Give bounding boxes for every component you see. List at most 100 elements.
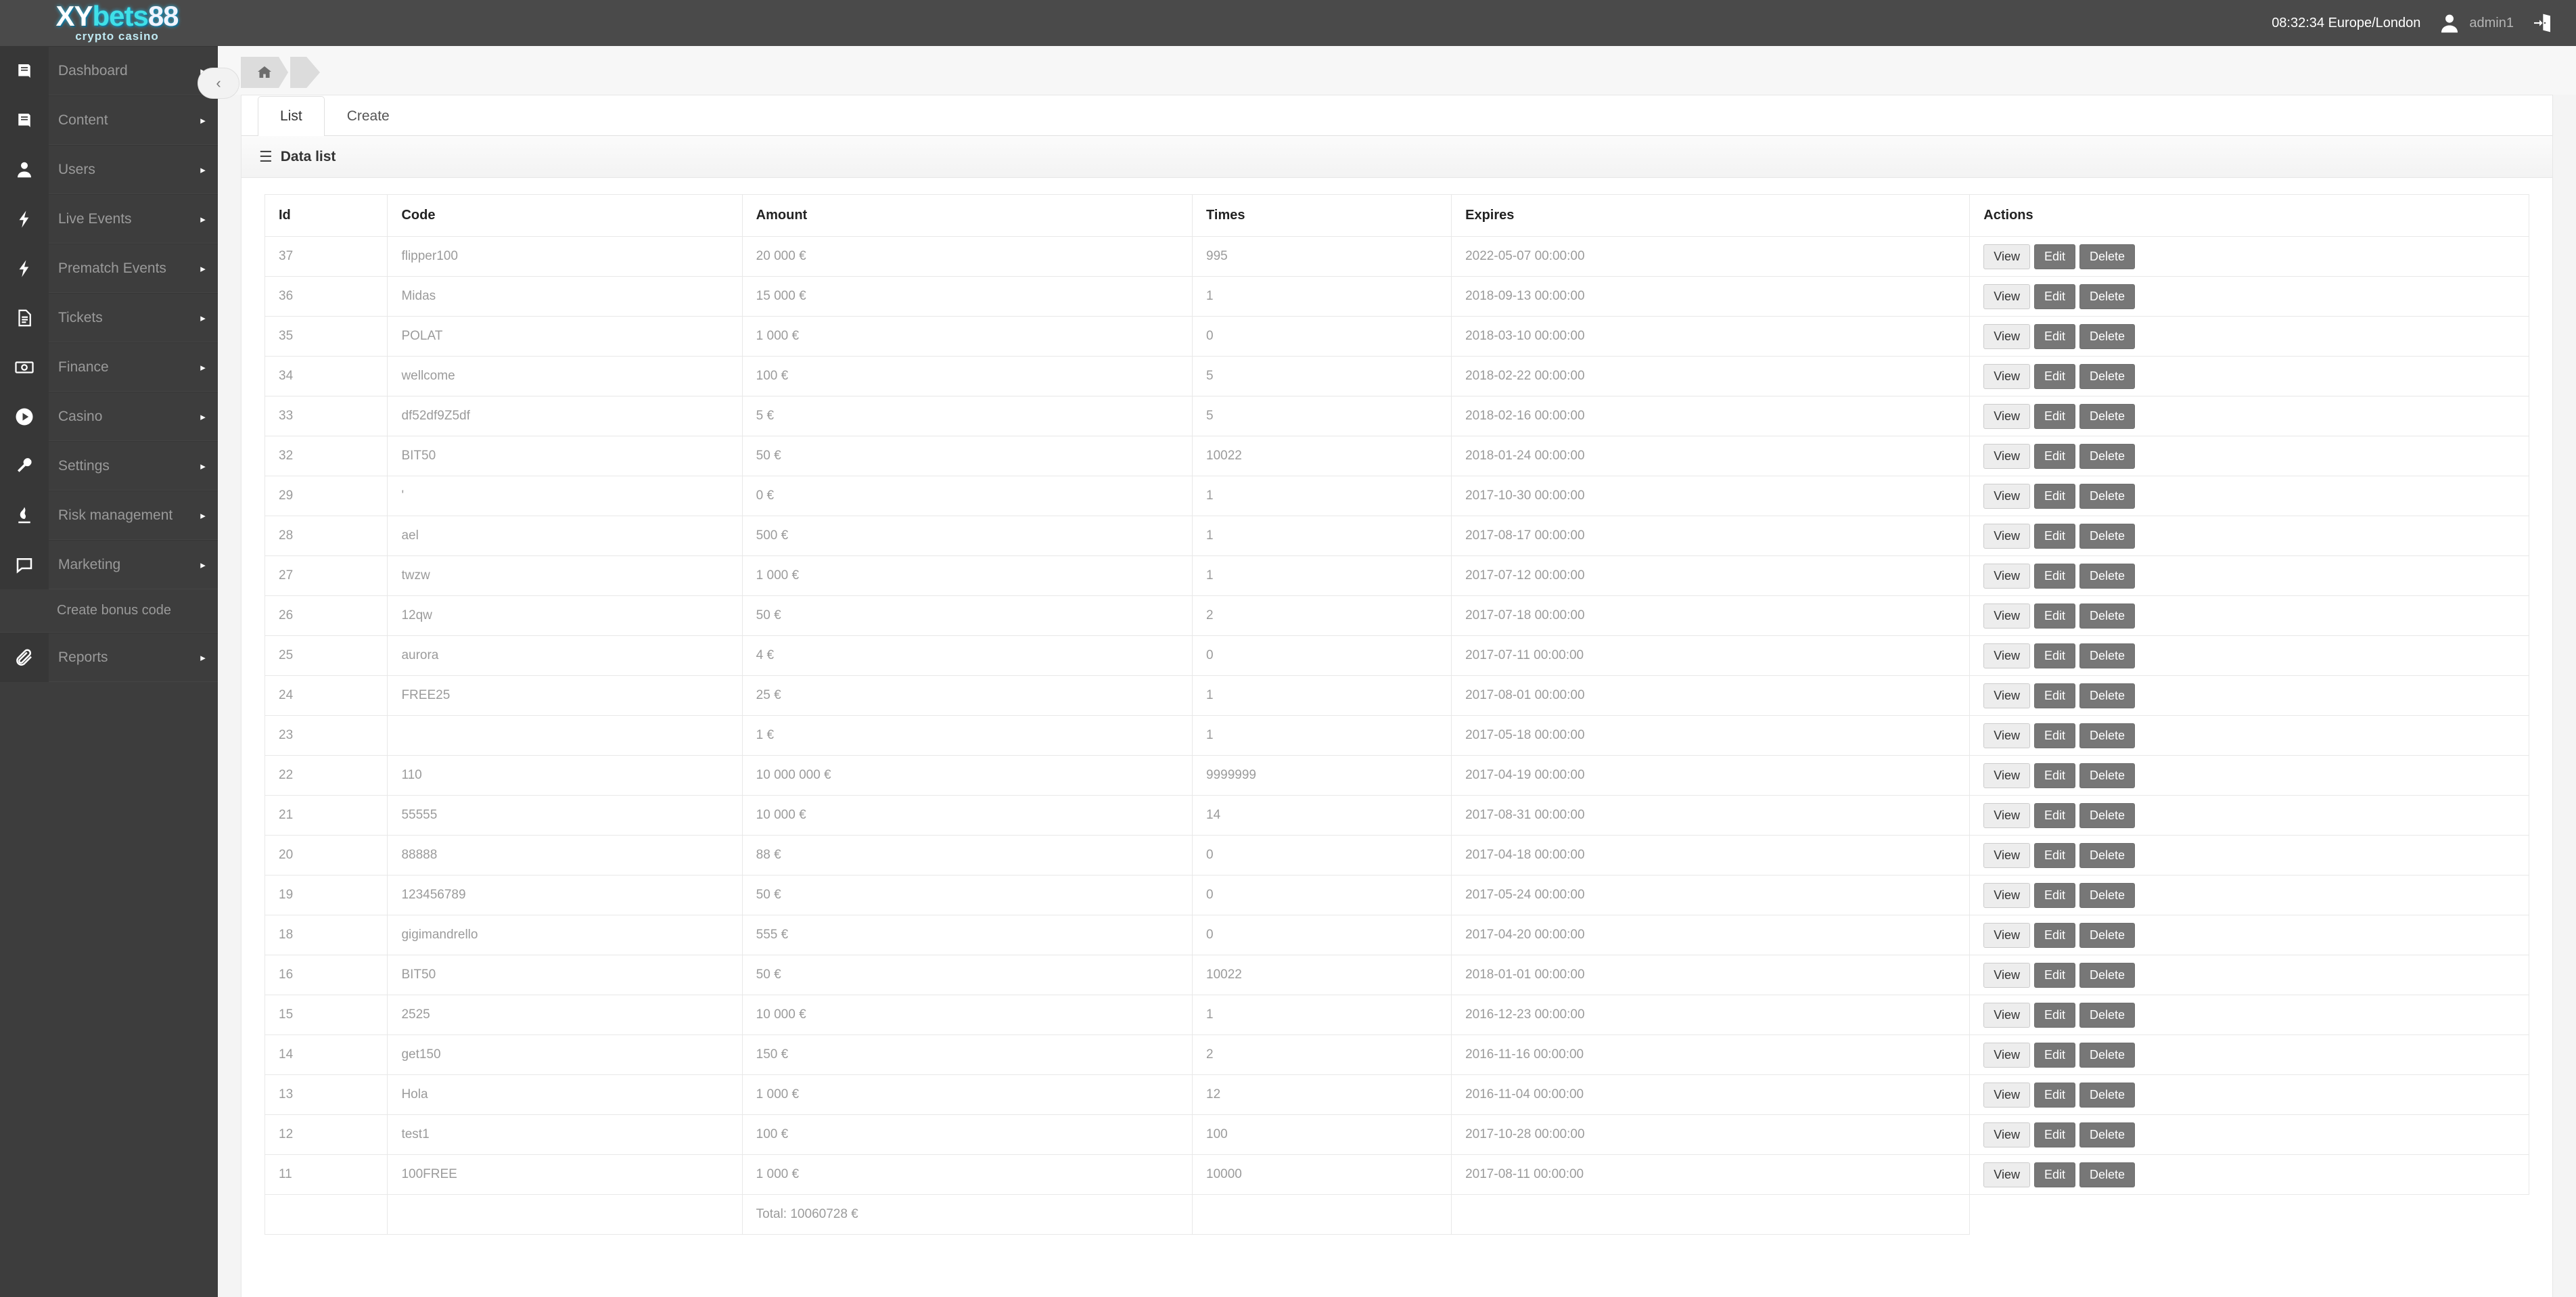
- delete-button[interactable]: Delete: [2079, 564, 2135, 589]
- view-button[interactable]: View: [1983, 1003, 2030, 1028]
- edit-button[interactable]: Edit: [2034, 524, 2075, 549]
- sidebar-item-prematch-events[interactable]: Prematch Events▸: [0, 244, 218, 293]
- view-button[interactable]: View: [1983, 404, 2030, 429]
- view-button[interactable]: View: [1983, 244, 2030, 269]
- delete-button[interactable]: Delete: [2079, 723, 2135, 748]
- edit-button[interactable]: Edit: [2034, 643, 2075, 668]
- sidebar-item-content[interactable]: Content▸: [0, 95, 218, 145]
- view-button[interactable]: View: [1983, 324, 2030, 349]
- delete-button[interactable]: Delete: [2079, 404, 2135, 429]
- view-button[interactable]: View: [1983, 364, 2030, 389]
- edit-button[interactable]: Edit: [2034, 883, 2075, 908]
- delete-button[interactable]: Delete: [2079, 923, 2135, 948]
- edit-button[interactable]: Edit: [2034, 404, 2075, 429]
- view-button[interactable]: View: [1983, 1162, 2030, 1187]
- view-button[interactable]: View: [1983, 1043, 2030, 1068]
- delete-button[interactable]: Delete: [2079, 1083, 2135, 1108]
- cell-expires: 2017-08-11 00:00:00: [1452, 1155, 1970, 1195]
- logout-door-icon[interactable]: [2531, 12, 2553, 34]
- view-button[interactable]: View: [1983, 923, 2030, 948]
- cell-actions: ViewEditDelete: [1970, 1115, 2529, 1155]
- view-button[interactable]: View: [1983, 963, 2030, 988]
- view-button[interactable]: View: [1983, 803, 2030, 828]
- delete-button[interactable]: Delete: [2079, 1003, 2135, 1028]
- view-button[interactable]: View: [1983, 883, 2030, 908]
- user-menu[interactable]: admin1: [2438, 12, 2514, 35]
- delete-button[interactable]: Delete: [2079, 524, 2135, 549]
- delete-button[interactable]: Delete: [2079, 604, 2135, 629]
- view-button[interactable]: View: [1983, 683, 2030, 708]
- delete-button[interactable]: Delete: [2079, 444, 2135, 469]
- edit-button[interactable]: Edit: [2034, 484, 2075, 509]
- sidebar-item-reports[interactable]: Reports▸: [0, 633, 218, 682]
- sidebar-item-live-events[interactable]: Live Events▸: [0, 194, 218, 244]
- edit-button[interactable]: Edit: [2034, 564, 2075, 589]
- row-action-buttons: ViewEditDelete: [1983, 883, 2515, 908]
- sidebar-item-users[interactable]: Users▸: [0, 145, 218, 194]
- edit-button[interactable]: Edit: [2034, 1122, 2075, 1147]
- delete-button[interactable]: Delete: [2079, 883, 2135, 908]
- delete-button[interactable]: Delete: [2079, 683, 2135, 708]
- delete-button[interactable]: Delete: [2079, 803, 2135, 828]
- view-button[interactable]: View: [1983, 444, 2030, 469]
- edit-button[interactable]: Edit: [2034, 763, 2075, 788]
- edit-button[interactable]: Edit: [2034, 803, 2075, 828]
- delete-button[interactable]: Delete: [2079, 963, 2135, 988]
- sidebar-item-tickets[interactable]: Tickets▸: [0, 293, 218, 342]
- delete-button[interactable]: Delete: [2079, 1122, 2135, 1147]
- cell-id: 15: [265, 995, 388, 1035]
- sidebar-item-risk-management[interactable]: Risk management▸: [0, 491, 218, 540]
- edit-button[interactable]: Edit: [2034, 923, 2075, 948]
- sidebar-collapse-button[interactable]: ‹: [198, 68, 239, 99]
- view-button[interactable]: View: [1983, 484, 2030, 509]
- view-button[interactable]: View: [1983, 763, 2030, 788]
- delete-button[interactable]: Delete: [2079, 364, 2135, 389]
- sidebar-item-dashboard[interactable]: Dashboard▸: [0, 46, 218, 95]
- edit-button[interactable]: Edit: [2034, 284, 2075, 309]
- edit-button[interactable]: Edit: [2034, 1043, 2075, 1068]
- view-button[interactable]: View: [1983, 643, 2030, 668]
- tab-list[interactable]: List: [258, 96, 325, 136]
- delete-button[interactable]: Delete: [2079, 244, 2135, 269]
- row-action-buttons: ViewEditDelete: [1983, 404, 2515, 429]
- sidebar-item-casino[interactable]: Casino▸: [0, 392, 218, 441]
- delete-button[interactable]: Delete: [2079, 284, 2135, 309]
- view-button[interactable]: View: [1983, 284, 2030, 309]
- edit-button[interactable]: Edit: [2034, 963, 2075, 988]
- cell-id: 25: [265, 636, 388, 676]
- document-icon: [0, 293, 49, 342]
- delete-button[interactable]: Delete: [2079, 763, 2135, 788]
- view-button[interactable]: View: [1983, 843, 2030, 868]
- edit-button[interactable]: Edit: [2034, 723, 2075, 748]
- view-button[interactable]: View: [1983, 564, 2030, 589]
- sidebar-item-finance[interactable]: Finance▸: [0, 342, 218, 392]
- delete-button[interactable]: Delete: [2079, 1162, 2135, 1187]
- view-button[interactable]: View: [1983, 723, 2030, 748]
- edit-button[interactable]: Edit: [2034, 244, 2075, 269]
- delete-button[interactable]: Delete: [2079, 843, 2135, 868]
- edit-button[interactable]: Edit: [2034, 683, 2075, 708]
- sidebar-item-marketing[interactable]: Marketing▸: [0, 540, 218, 589]
- edit-button[interactable]: Edit: [2034, 1162, 2075, 1187]
- delete-button[interactable]: Delete: [2079, 1043, 2135, 1068]
- edit-button[interactable]: Edit: [2034, 1083, 2075, 1108]
- delete-button[interactable]: Delete: [2079, 484, 2135, 509]
- view-button[interactable]: View: [1983, 604, 2030, 629]
- edit-button[interactable]: Edit: [2034, 364, 2075, 389]
- edit-button[interactable]: Edit: [2034, 444, 2075, 469]
- breadcrumb-home-button[interactable]: [241, 57, 288, 88]
- tab-create[interactable]: Create: [325, 96, 412, 135]
- edit-button[interactable]: Edit: [2034, 324, 2075, 349]
- table-row: 29'0 €12017-10-30 00:00:00ViewEditDelete: [265, 476, 2529, 516]
- edit-button[interactable]: Edit: [2034, 843, 2075, 868]
- delete-button[interactable]: Delete: [2079, 324, 2135, 349]
- edit-button[interactable]: Edit: [2034, 1003, 2075, 1028]
- view-button[interactable]: View: [1983, 1083, 2030, 1108]
- sidebar-item-settings[interactable]: Settings▸: [0, 441, 218, 491]
- sidebar-item-create-bonus-code[interactable]: Create bonus code: [0, 589, 218, 633]
- delete-button[interactable]: Delete: [2079, 643, 2135, 668]
- view-button[interactable]: View: [1983, 1122, 2030, 1147]
- view-button[interactable]: View: [1983, 524, 2030, 549]
- brand-logo[interactable]: XYbets88 crypto casino: [0, 0, 218, 46]
- edit-button[interactable]: Edit: [2034, 604, 2075, 629]
